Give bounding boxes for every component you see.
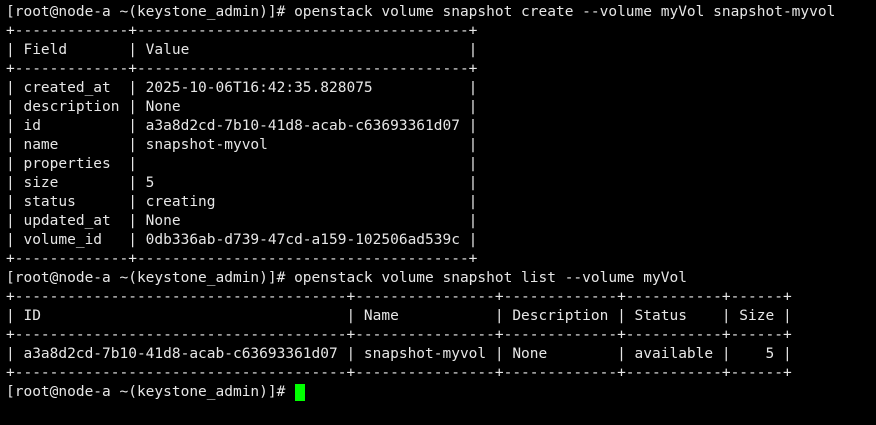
table-border: +-------------+-------------------------…: [6, 23, 478, 39]
text-cursor: [295, 384, 306, 401]
table-row-name: | name | snapshot-myvol |: [6, 137, 478, 153]
table-header-row: | Field | Value |: [6, 42, 478, 58]
table-row-id: | id | a3a8d2cd-7b10-41d8-acab-c63693361…: [6, 118, 478, 134]
terminal-output: [root@node-a ~(keystone_admin)]# opensta…: [6, 3, 876, 383]
table-border: +--------------------------------------+…: [6, 327, 792, 343]
table-row-updated-at: | updated_at | None |: [6, 213, 478, 229]
table-row-created-at: | created_at | 2025-10-06T16:42:35.82807…: [6, 80, 478, 96]
table-header-row: | ID | Name | Description | Status | Siz…: [6, 308, 792, 324]
table-row-size: | size | 5 |: [6, 175, 478, 191]
table-row-description: | description | None |: [6, 99, 478, 115]
command-line-list: [root@node-a ~(keystone_admin)]# opensta…: [6, 270, 687, 286]
table-row-volume-id: | volume_id | 0db336ab-d739-47cd-a159-10…: [6, 232, 478, 248]
table-row-snapshot: | a3a8d2cd-7b10-41d8-acab-c63693361d07 |…: [6, 346, 792, 362]
table-row-status: | status | creating |: [6, 194, 478, 210]
table-border: +--------------------------------------+…: [6, 289, 792, 305]
terminal-window[interactable]: [root@node-a ~(keystone_admin)]# opensta…: [0, 0, 876, 425]
table-border: +-------------+-------------------------…: [6, 251, 478, 267]
table-row-properties: | properties | |: [6, 156, 478, 172]
table-border: +--------------------------------------+…: [6, 365, 792, 381]
table-border: +-------------+-------------------------…: [6, 61, 478, 77]
shell-prompt: [root@node-a ~(keystone_admin)]#: [6, 384, 295, 400]
command-line-create: [root@node-a ~(keystone_admin)]# opensta…: [6, 4, 836, 20]
active-prompt-line[interactable]: [root@node-a ~(keystone_admin)]#: [6, 383, 876, 402]
